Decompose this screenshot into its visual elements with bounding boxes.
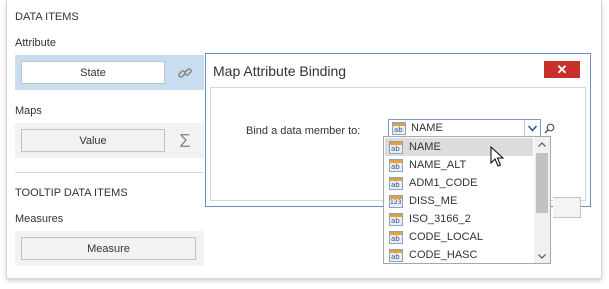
- string-type-icon: ab: [389, 140, 403, 154]
- scroll-up-icon[interactable]: [534, 137, 550, 151]
- measure-button[interactable]: Measure: [21, 237, 196, 260]
- close-button[interactable]: ✕: [544, 61, 580, 78]
- list-item[interactable]: ab NAME: [385, 138, 533, 156]
- measures-row[interactable]: Measure: [15, 231, 204, 266]
- list-item[interactable]: ab ISO_3166_2: [385, 210, 533, 228]
- list-item-label: CODE_HASC: [409, 249, 478, 261]
- tooltip-data-items-header: TOOLTIP DATA ITEMS: [15, 187, 128, 199]
- dropdown-scrollbar[interactable]: [534, 137, 550, 263]
- attribute-button[interactable]: State: [21, 61, 165, 84]
- bind-data-member-label: Bind a data member to:: [246, 125, 361, 137]
- maps-row[interactable]: Value Σ: [15, 123, 204, 158]
- list-item-label: ADM1_CODE: [409, 177, 478, 189]
- list-item[interactable]: 123 DISS_ME: [385, 192, 533, 210]
- mouse-cursor-icon: [490, 145, 505, 168]
- numeric-type-icon: 123: [389, 194, 403, 208]
- link-icon[interactable]: [175, 63, 195, 83]
- sigma-icon[interactable]: Σ: [175, 131, 195, 151]
- list-item[interactable]: ab CODE_HASC: [385, 246, 533, 263]
- list-item-label: NAME: [409, 141, 441, 153]
- data-member-combobox[interactable]: ab NAME: [388, 119, 541, 137]
- value-button[interactable]: Value: [21, 129, 165, 152]
- scroll-down-icon[interactable]: [534, 249, 550, 263]
- string-type-icon: ab: [389, 176, 403, 190]
- data-member-dropdown-list: ab NAME ab NAME_ALT ab ADM1_CODE 123 DIS…: [383, 136, 551, 264]
- string-type-icon: ab: [392, 122, 406, 135]
- list-item-label: DISS_ME: [409, 195, 458, 207]
- dialog-title: Map Attribute Binding: [213, 63, 347, 79]
- measures-label: Measures: [15, 213, 64, 225]
- maps-label: Maps: [15, 105, 42, 117]
- string-type-icon: ab: [389, 248, 403, 262]
- section-divider: [15, 172, 203, 173]
- combobox-value: NAME: [411, 122, 443, 134]
- data-items-header: DATA ITEMS: [15, 11, 79, 23]
- attribute-row[interactable]: State: [15, 55, 204, 90]
- list-item[interactable]: ab ADM1_CODE: [385, 174, 533, 192]
- search-icon[interactable]: [542, 119, 557, 137]
- list-item[interactable]: ab CODE_LOCAL: [385, 228, 533, 246]
- string-type-icon: ab: [389, 212, 403, 226]
- attribute-label: Attribute: [15, 37, 56, 49]
- list-item-label: ISO_3166_2: [409, 213, 471, 225]
- ok-button[interactable]: [553, 197, 581, 218]
- binding-pane: DATA ITEMS Attribute State Maps Value Σ …: [7, 0, 207, 278]
- close-icon: ✕: [556, 61, 568, 77]
- scroll-thumb[interactable]: [536, 153, 548, 213]
- list-item-label: NAME_ALT: [409, 159, 467, 171]
- string-type-icon: ab: [389, 158, 403, 172]
- list-item-label: CODE_LOCAL: [409, 231, 483, 243]
- list-item[interactable]: ab NAME_ALT: [385, 156, 533, 174]
- chevron-down-icon[interactable]: [524, 120, 540, 136]
- string-type-icon: ab: [389, 230, 403, 244]
